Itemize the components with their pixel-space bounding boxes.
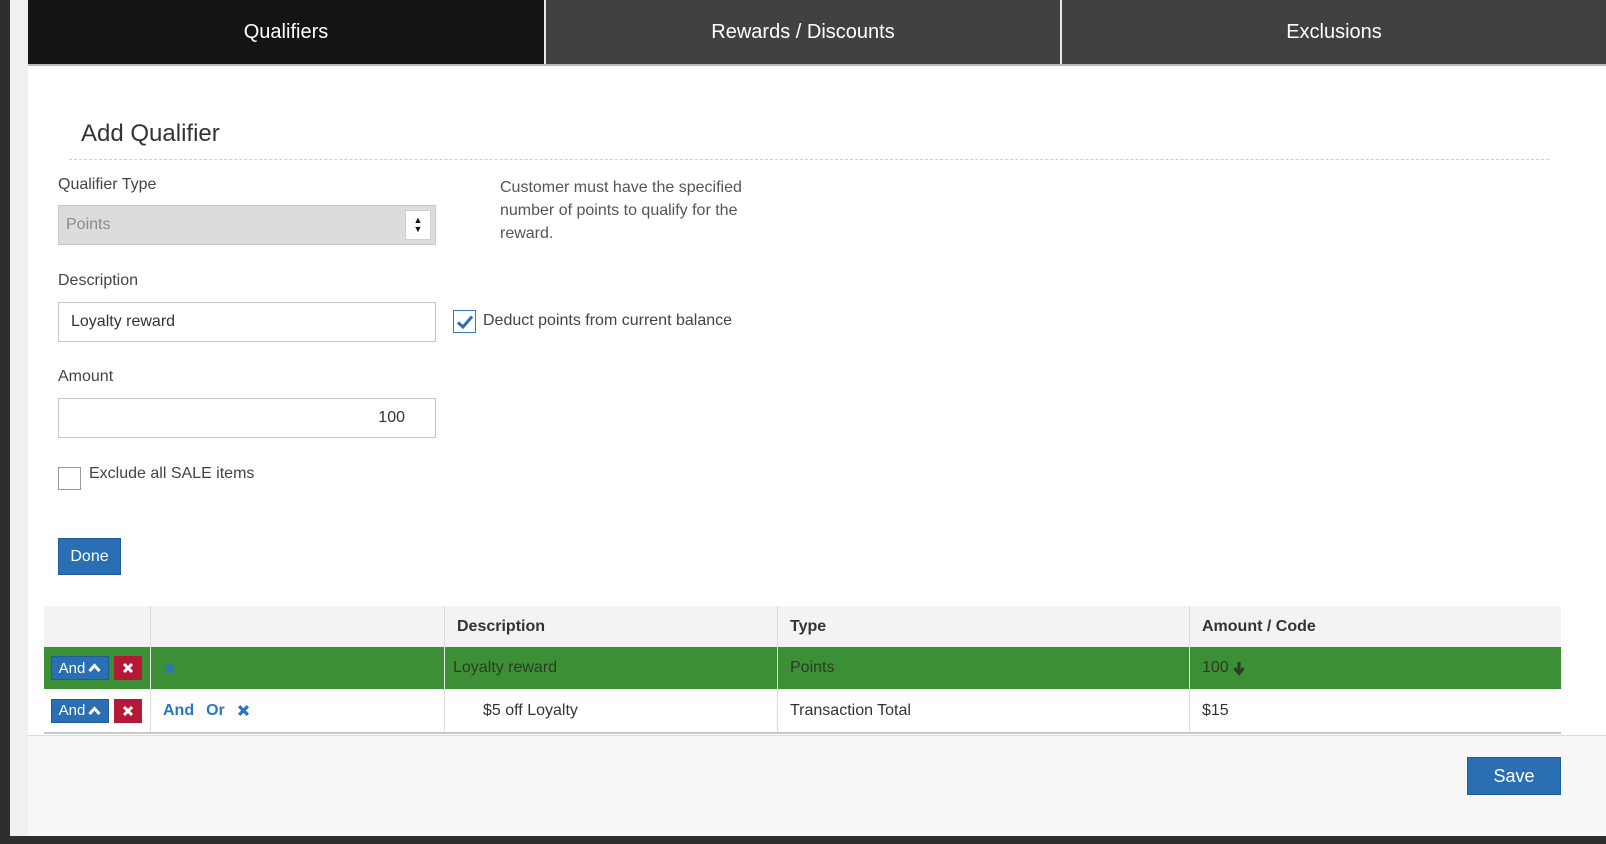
qualifier-panel: Qualifiers Rewards / Discounts Exclusion… <box>28 0 1606 836</box>
table-header: Description Type Amount / Code <box>44 606 1561 647</box>
description-label: Description <box>58 272 139 289</box>
window-bottom-edge <box>0 836 1606 844</box>
row-actions: And <box>44 689 150 732</box>
description-input[interactable] <box>58 302 436 342</box>
and-label: And <box>58 702 86 719</box>
and-link[interactable]: And <box>163 702 194 720</box>
table-row[interactable]: And And Or $5 off Loyalty Transaction To… <box>44 689 1561 734</box>
and-toggle-button[interactable]: And <box>51 656 109 680</box>
and-toggle-button[interactable]: And <box>51 698 109 723</box>
delete-button[interactable] <box>114 656 142 680</box>
title-divider <box>69 159 1549 160</box>
close-icon <box>122 705 134 716</box>
chevron-up-icon <box>88 705 101 715</box>
row-type: Points <box>777 647 1189 689</box>
form-title: Add Qualifier <box>81 120 220 147</box>
amount-input[interactable] <box>58 398 436 438</box>
done-button[interactable]: Done <box>58 538 121 575</box>
remove-link-icon[interactable] <box>163 662 176 675</box>
tab-rewards-discounts[interactable]: Rewards / Discounts <box>544 0 1060 64</box>
window-edge <box>0 0 10 844</box>
chevron-up-icon <box>88 663 101 673</box>
qualifier-type-value: Points <box>66 216 111 233</box>
save-button[interactable]: Save <box>1467 757 1561 795</box>
header-cell <box>150 606 444 647</box>
close-icon <box>122 662 134 674</box>
deduct-points-checkbox[interactable] <box>453 310 476 333</box>
qualifier-type-label: Qualifier Type <box>58 176 157 193</box>
arrow-down-icon <box>1233 661 1245 676</box>
footer-bar <box>28 735 1606 836</box>
select-arrows-icon: ▲ ▼ <box>405 210 431 240</box>
row-type: Transaction Total <box>777 689 1189 732</box>
checkmark-icon <box>456 315 473 329</box>
tab-qualifiers[interactable]: Qualifiers <box>28 0 544 64</box>
header-description: Description <box>444 606 777 647</box>
table-row[interactable]: And Loyalty reward Points 100 <box>44 647 1561 689</box>
remove-link-icon[interactable] <box>237 704 250 717</box>
tab-bar: Qualifiers Rewards / Discounts Exclusion… <box>28 0 1606 66</box>
row-links <box>150 647 444 689</box>
row-actions: And <box>44 647 150 689</box>
header-cell <box>44 606 150 647</box>
delete-button[interactable] <box>114 698 142 723</box>
amount-label: Amount <box>58 368 114 385</box>
exclude-sale-checkbox[interactable] <box>58 467 81 490</box>
panel-gutter <box>10 0 28 844</box>
deduct-points-label: Deduct points from current balance <box>483 312 733 329</box>
amount-value: 100 <box>1202 659 1229 676</box>
row-description: Loyalty reward <box>444 647 777 689</box>
row-amount: $15 <box>1189 689 1561 732</box>
row-links: And Or <box>150 689 444 732</box>
tab-exclusions[interactable]: Exclusions <box>1060 0 1606 64</box>
row-description: $5 off Loyalty <box>444 689 777 732</box>
row-amount: 100 <box>1189 647 1561 689</box>
qualifier-help-text: Customer must have the specified number … <box>500 179 742 242</box>
exclude-sale-label: Exclude all SALE items <box>89 465 255 482</box>
or-link[interactable]: Or <box>206 702 225 720</box>
header-type: Type <box>777 606 1189 647</box>
qualifier-type-select[interactable]: Points ▲ ▼ <box>58 205 436 245</box>
header-amount-code: Amount / Code <box>1189 606 1561 647</box>
and-label: And <box>58 659 86 677</box>
